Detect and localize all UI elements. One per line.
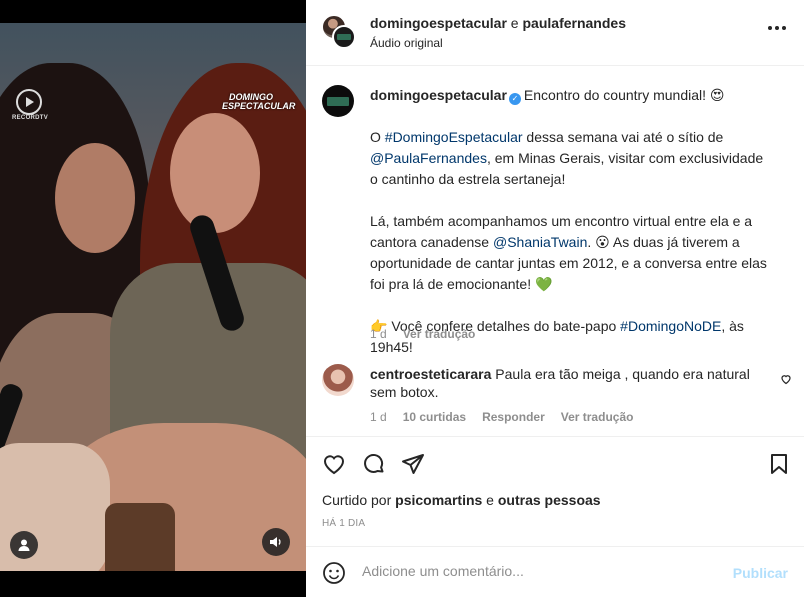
verified-icon: ✓ bbox=[508, 93, 521, 105]
hashtag-link[interactable]: #DomingoEspetacular bbox=[385, 129, 523, 145]
liker-link[interactable]: psicomartins bbox=[395, 492, 482, 508]
hashtag-link[interactable]: #DomingoNoDE bbox=[620, 318, 721, 334]
other-likers-link[interactable]: outras pessoas bbox=[498, 492, 601, 508]
see-translation-button[interactable]: Ver tradução bbox=[561, 410, 634, 424]
save-button[interactable] bbox=[766, 451, 792, 477]
timestamp[interactable]: 1 d bbox=[370, 410, 387, 424]
like-comment-button[interactable] bbox=[780, 372, 792, 390]
collab-avatars[interactable] bbox=[322, 15, 356, 49]
timestamp[interactable]: 1 d bbox=[370, 327, 387, 341]
post-panel: domingoespetacular e paulafernandes Áudi… bbox=[306, 0, 804, 597]
comment-username[interactable]: centroesteticarara bbox=[370, 366, 491, 382]
caption-meta: 1 d Ver tradução bbox=[370, 327, 475, 341]
audio-link[interactable]: Áudio original bbox=[370, 36, 443, 50]
emoji-button[interactable] bbox=[322, 561, 346, 590]
video-player[interactable]: RECORDTV DOMINGO ESPECTACULAR bbox=[0, 0, 306, 597]
emoji-icon bbox=[323, 562, 345, 584]
record-tv-logo bbox=[16, 89, 42, 115]
comment-input[interactable] bbox=[362, 563, 702, 579]
mention-link[interactable]: @ShaniaTwain bbox=[493, 234, 587, 250]
tagged-users-button[interactable] bbox=[10, 531, 38, 559]
boot bbox=[105, 503, 175, 571]
comment-text: centroesteticarara Paula era tão meiga ,… bbox=[370, 366, 750, 400]
domingo-espetacular-logo: DOMINGO ESPECTACULAR bbox=[222, 92, 296, 111]
heart-icon bbox=[323, 455, 345, 475]
share-button[interactable] bbox=[400, 451, 426, 477]
author-link[interactable]: paulafernandes bbox=[523, 15, 626, 31]
comment-meta: 1 d 10 curtidas Responder Ver tradução bbox=[370, 410, 633, 424]
video-frame[interactable]: RECORDTV DOMINGO ESPECTACULAR bbox=[0, 23, 306, 571]
comment-icon bbox=[364, 453, 384, 473]
comments-section[interactable]: domingoespetacular ✓ Encontro do country m… bbox=[306, 66, 804, 436]
post-authors: domingoespetacular e paulafernandes bbox=[370, 15, 626, 31]
avatar[interactable] bbox=[322, 364, 354, 396]
liked-by: Curtido por psicomartins e outras pessoa… bbox=[322, 492, 601, 508]
bookmark-icon bbox=[771, 454, 787, 474]
post-date[interactable]: HÁ 1 DIA bbox=[322, 518, 365, 529]
comment-likes[interactable]: 10 curtidas bbox=[403, 410, 466, 424]
heart-icon bbox=[781, 375, 791, 385]
more-options-button[interactable] bbox=[768, 26, 786, 30]
post-caption: domingoespetacular ✓ Encontro do country m… bbox=[370, 87, 771, 355]
avatar[interactable] bbox=[322, 85, 354, 117]
see-translation-button[interactable]: Ver tradução bbox=[403, 327, 476, 341]
speaker-icon bbox=[270, 537, 281, 547]
comment-button[interactable] bbox=[361, 451, 387, 477]
send-icon bbox=[402, 454, 424, 474]
mute-button[interactable] bbox=[262, 528, 290, 556]
record-tv-logo-text: RECORDTV bbox=[12, 115, 49, 121]
post-header: domingoespetacular e paulafernandes Áudi… bbox=[306, 0, 804, 66]
reply-button[interactable]: Responder bbox=[482, 410, 545, 424]
like-button[interactable] bbox=[321, 451, 347, 477]
author-link[interactable]: domingoespetacular bbox=[370, 15, 507, 31]
publish-button[interactable]: Publicar bbox=[733, 565, 788, 581]
user-icon bbox=[18, 539, 30, 551]
mention-link[interactable]: @PaulaFernandes bbox=[370, 150, 487, 166]
caption-username[interactable]: domingoespetacular bbox=[370, 87, 507, 103]
action-bar: Curtido por psicomartins e outras pessoa… bbox=[306, 436, 804, 546]
add-comment-bar: Publicar bbox=[306, 546, 804, 597]
avatar[interactable] bbox=[332, 25, 356, 49]
